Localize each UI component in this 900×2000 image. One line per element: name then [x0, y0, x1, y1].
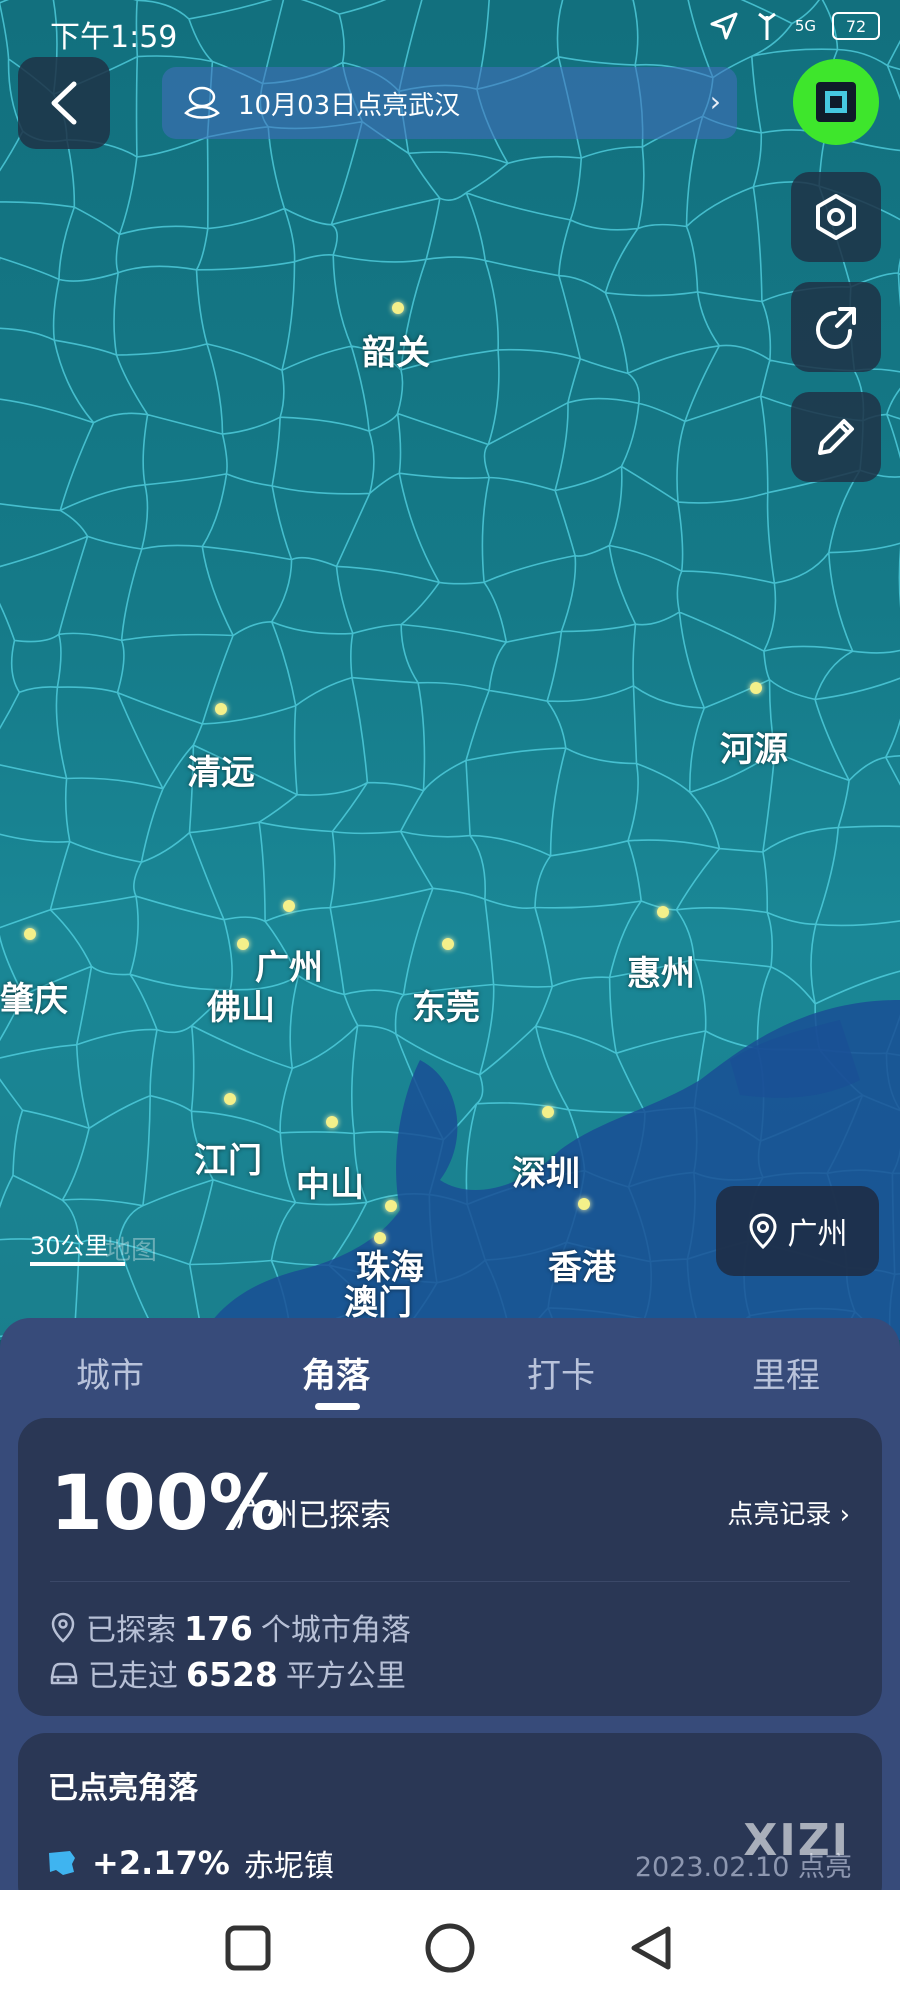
divider: [50, 1581, 850, 1582]
tab-bar: 城市 角落 打卡 里程: [0, 1318, 900, 1418]
map-provider-logo: 地图: [105, 1236, 158, 1266]
system-nav-bar: [0, 1890, 900, 2000]
network-type: 5G: [794, 17, 816, 35]
back-button[interactable]: [18, 57, 110, 149]
current-city-label: 广州: [787, 1217, 848, 1252]
city-dot: [578, 1198, 590, 1210]
pencil-icon: [818, 419, 854, 455]
exploration-summary-card: 100% 广州已探索 点亮记录 › 已探索 176 个城市角落 已走过 6528…: [18, 1418, 882, 1716]
city-label-hongkong[interactable]: 香港: [548, 1240, 616, 1289]
corner-name: 赤坭镇: [243, 1849, 334, 1884]
settings-button[interactable]: [791, 172, 881, 262]
city-dot: [215, 703, 227, 715]
share-button[interactable]: [791, 282, 881, 372]
city-dot: [657, 906, 669, 918]
layer-toggle-button[interactable]: [793, 59, 879, 145]
city-label-shenzhen[interactable]: 深圳: [512, 1146, 580, 1195]
city-dot: [542, 1106, 554, 1118]
stat-value: 176: [184, 1609, 253, 1648]
city-label-zhaoqing[interactable]: 肇庆: [0, 972, 68, 1021]
triangle-back-icon: [631, 1926, 671, 1970]
banner-text: 10月03日点亮武汉: [238, 90, 461, 121]
stat-suffix: 平方公里: [285, 1659, 406, 1694]
layers-square-icon: [816, 82, 856, 122]
back-nav-button[interactable]: [623, 1920, 679, 1976]
city-label-huizhou[interactable]: 惠州: [627, 946, 695, 995]
edit-button[interactable]: [791, 392, 881, 482]
lit-records-link[interactable]: 点亮记录 ›: [727, 1494, 850, 1531]
city-dot: [283, 900, 295, 912]
stat-prefix: 已走过: [88, 1659, 178, 1694]
stat-prefix: 已探索: [86, 1613, 176, 1648]
lit-city-banner[interactable]: 10月03日点亮武汉 ›: [162, 67, 737, 139]
active-tab-indicator: [315, 1403, 360, 1410]
stat-suffix: 个城市角落: [260, 1613, 411, 1648]
stats-panel: 城市 角落 打卡 里程 100% 广州已探索 点亮记录 › 已探索 176 个城…: [0, 1318, 900, 1913]
city-dot: [385, 1200, 397, 1212]
antenna-icon: [757, 12, 776, 40]
share-arrow-icon: [815, 307, 856, 350]
current-city-button[interactable]: 广州: [716, 1186, 879, 1276]
city-label-dongguan[interactable]: 东莞: [412, 980, 480, 1029]
home-button[interactable]: [422, 1920, 478, 1976]
sea-area: [200, 1000, 900, 1340]
location-pin-icon: [748, 1213, 777, 1249]
explorer-avatar-icon: [184, 86, 220, 119]
city-dot: [442, 938, 454, 950]
city-dot: [24, 928, 36, 940]
stat-corners-explored: 已探索 176 个城市角落: [48, 1605, 411, 1649]
tab-checkin[interactable]: 打卡: [527, 1348, 595, 1397]
status-icons: 5G 72: [709, 10, 880, 42]
city-label-foshan[interactable]: 佛山: [207, 980, 275, 1029]
circle-icon: [425, 1923, 475, 1973]
city-label-qingyuan[interactable]: 清远: [187, 745, 255, 794]
city-dot: [750, 682, 762, 694]
stat-area-walked: 已走过 6528 平方公里: [48, 1651, 406, 1695]
tab-mileage[interactable]: 里程: [752, 1348, 820, 1397]
city-label-heyuan[interactable]: 河源: [720, 722, 788, 771]
city-dot: [224, 1093, 236, 1105]
car-icon: [50, 1662, 78, 1685]
status-bar: 下午1:59 5G 72: [0, 0, 900, 60]
city-dot: [392, 302, 404, 314]
city-label-macau[interactable]: 澳门: [344, 1275, 412, 1324]
tab-corner[interactable]: 角落: [302, 1348, 370, 1397]
explored-label: 广州已探索: [236, 1498, 391, 1534]
city-dot: [237, 938, 249, 950]
status-time: 下午1:59: [50, 20, 178, 55]
corner-percent: +2.17%: [92, 1844, 230, 1882]
battery-indicator: 72: [832, 12, 880, 40]
hexagon-settings-icon: [816, 194, 856, 240]
city-dot: [326, 1116, 338, 1128]
scale-label: 30公里: [30, 1232, 109, 1260]
navigation-arrow-icon: [710, 12, 738, 40]
battery-level: 72: [845, 16, 867, 36]
city-label-shaoguan[interactable]: 韶关: [362, 325, 430, 374]
map-view[interactable]: 韶关 清远 河源 肇庆 广州 佛山 东莞 惠州 江门 中山 深圳 珠海 香港 澳…: [0, 0, 900, 1340]
tab-city[interactable]: 城市: [76, 1348, 144, 1397]
city-label-jiangmen[interactable]: 江门: [194, 1133, 262, 1182]
lit-corners-title: 已点亮角落: [48, 1771, 198, 1806]
stat-value: 6528: [186, 1655, 278, 1694]
list-item[interactable]: +2.17% 赤坭镇: [46, 1841, 334, 1885]
chevron-left-icon: [51, 81, 77, 125]
chevron-right-icon: ›: [709, 85, 721, 118]
square-icon: [225, 1925, 271, 1971]
recent-apps-button[interactable]: [220, 1920, 276, 1976]
city-label-zhongshan[interactable]: 中山: [296, 1157, 364, 1206]
location-pin-icon: [51, 1612, 75, 1643]
district-shape-icon: [49, 1851, 75, 1875]
watermark: XIZI: [743, 1815, 850, 1866]
